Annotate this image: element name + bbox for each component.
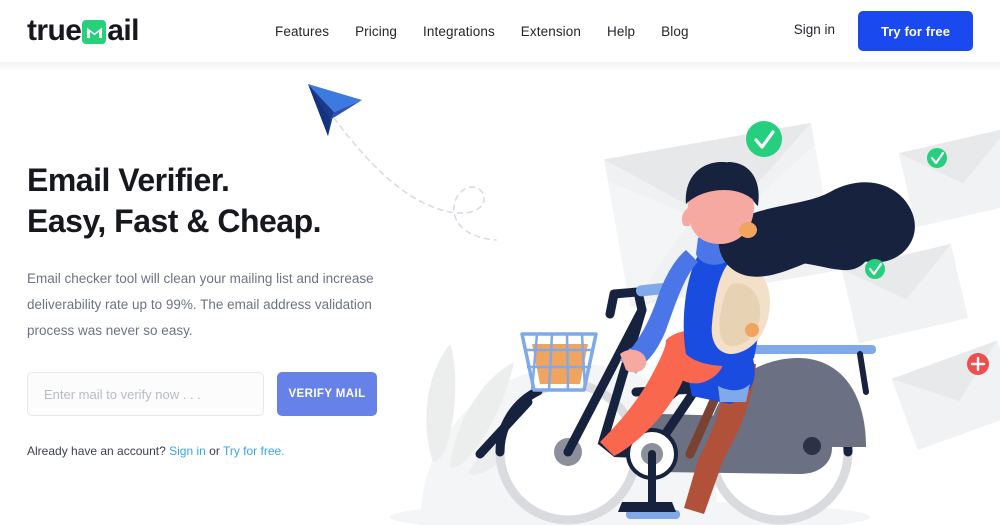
gmail-envelope-m-icon (82, 20, 107, 44)
hero-title-line-2: Easy, Fast & Cheap. (27, 203, 322, 239)
hero-title-line-1: Email Verifier. (27, 162, 230, 198)
email-input[interactable] (27, 372, 264, 416)
nav-item-extension[interactable]: Extension (521, 24, 607, 39)
page-title: Email Verifier. Easy, Fast & Cheap. (27, 160, 427, 242)
nav-item-integrations[interactable]: Integrations (423, 24, 521, 39)
verify-mail-button[interactable]: VERIFY MAIL (277, 372, 377, 416)
account-hint-prefix: Already have an account? (27, 444, 170, 458)
landing-page: true ail Features Pricing Integrations E… (0, 0, 1000, 525)
check-badge-small-mid (865, 259, 885, 279)
signin-link[interactable]: Sign in (794, 22, 835, 37)
hero-signin-link[interactable]: Sign in (169, 444, 206, 458)
account-hint-mid: or (205, 444, 223, 458)
account-hint: Already have an account? Sign in or Try … (27, 444, 427, 458)
hero-content: Email Verifier. Easy, Fast & Cheap. Emai… (27, 160, 427, 458)
nav-item-features[interactable]: Features (275, 24, 355, 39)
main-nav: Features Pricing Integrations Extension … (275, 0, 715, 62)
logo[interactable]: true ail (27, 13, 139, 49)
email-verify-form: VERIFY MAIL (27, 372, 427, 416)
header-divider (0, 62, 1000, 71)
try-for-free-button[interactable]: Try for free (858, 11, 973, 51)
hero-try-free-link[interactable]: Try for free. (223, 444, 285, 458)
nav-item-blog[interactable]: Blog (661, 24, 714, 39)
logo-text-post: ail (107, 14, 139, 47)
hero-subtitle: Email checker tool will clean your maili… (27, 271, 374, 338)
check-badge-small-top (927, 148, 947, 168)
nav-item-help[interactable]: Help (607, 24, 661, 39)
check-badge-large (746, 121, 782, 157)
plus-badge (967, 353, 989, 375)
paper-plane-icon (308, 84, 362, 136)
logo-text-pre: true (27, 14, 82, 47)
site-header: true ail Features Pricing Integrations E… (0, 0, 1000, 62)
nav-item-pricing[interactable]: Pricing (355, 24, 423, 39)
